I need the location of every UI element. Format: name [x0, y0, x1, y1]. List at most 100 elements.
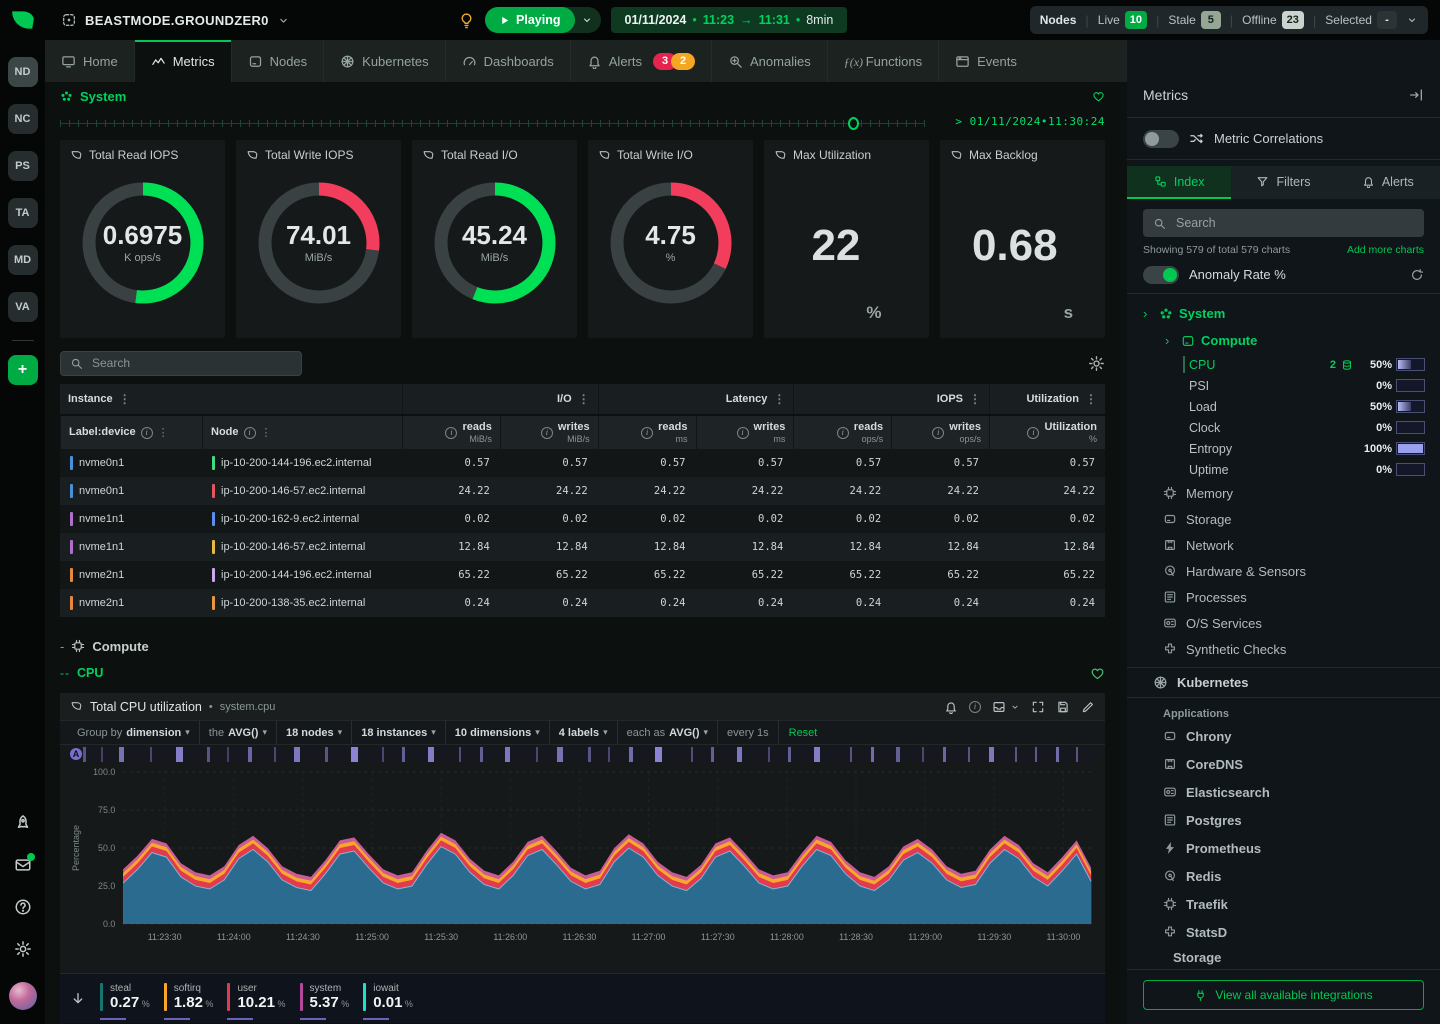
tab-home[interactable]: Home — [45, 40, 134, 82]
nodes-segment-offline[interactable]: Offline23 — [1242, 11, 1304, 29]
sidebar-item-postgres[interactable]: Postgres — [1127, 806, 1440, 834]
column-header-1[interactable]: Nodei⋮ — [202, 416, 402, 449]
tree-leaf-cpu[interactable]: CPU250% — [1127, 354, 1440, 375]
group-header-i-o[interactable]: I/O⋮ — [402, 384, 598, 414]
toolbar-chip-18-instances[interactable]: 18 instances▾ — [352, 721, 446, 744]
tree-item-synthetic-checks[interactable]: Synthetic Checks — [1127, 636, 1440, 662]
reset-link[interactable]: Reset — [789, 727, 818, 739]
column-menu-icon[interactable]: ⋮ — [119, 392, 131, 406]
tree-item-compute[interactable]: ›Compute — [1127, 327, 1440, 354]
column-header-0[interactable]: Label:devicei⋮ — [60, 416, 202, 449]
gauge-card-max-backlog[interactable]: Max Backlog0.68s — [940, 140, 1105, 338]
column-header-3[interactable]: iwritesMiB/s — [500, 416, 598, 449]
table-settings-gear-icon[interactable] — [1088, 355, 1105, 372]
add-more-charts-link[interactable]: Add more charts — [1347, 244, 1424, 256]
space-selector[interactable]: BEASTMODE.GROUNDZER0 — [61, 12, 290, 28]
column-menu-icon[interactable]: ⋮ — [261, 426, 272, 439]
tree-leaf-psi[interactable]: PSI0% — [1127, 375, 1440, 396]
cpu-subsection-header[interactable]: -- CPU — [60, 661, 1105, 685]
add-workspace-button[interactable]: + — [8, 355, 38, 385]
table-search-input[interactable] — [90, 355, 292, 371]
sidebar-item-elasticsearch[interactable]: Elasticsearch — [1127, 778, 1440, 806]
workspace-button-md[interactable]: MD — [8, 245, 38, 275]
table-row[interactable]: nvme1n1ip-10-200-162-9.ec2.internal0.020… — [60, 505, 1105, 533]
sort-dimensions-icon[interactable] — [70, 991, 86, 1007]
sidebar-item-statsd[interactable]: StatsD — [1127, 918, 1440, 946]
workspace-button-nd[interactable]: ND — [8, 57, 38, 87]
sidebar-tab-filters[interactable]: Filters — [1231, 166, 1335, 199]
column-header-7[interactable]: iwritesops/s — [891, 416, 989, 449]
user-avatar[interactable] — [9, 982, 37, 1010]
toolbar-chip-every-1s[interactable]: every 1s — [718, 721, 779, 744]
chart-fullscreen-icon[interactable] — [1031, 700, 1045, 714]
sidebar-item-redis[interactable]: Redis — [1127, 862, 1440, 890]
tab-metrics[interactable]: Metrics — [134, 40, 231, 82]
workspace-button-ps[interactable]: PS — [8, 151, 38, 181]
group-header-instance[interactable]: Instance⋮ — [60, 384, 402, 414]
collapse-sidebar-icon[interactable] — [1408, 87, 1424, 103]
info-icon[interactable]: i — [737, 427, 749, 439]
sidebar-item-chrony[interactable]: Chrony — [1127, 722, 1440, 750]
table-row[interactable]: nvme2n1ip-10-200-144-196.ec2.internal65.… — [60, 561, 1105, 589]
refresh-icon[interactable] — [1410, 268, 1424, 282]
column-header-8[interactable]: iUtilization% — [989, 416, 1105, 449]
column-header-5[interactable]: iwritesms — [696, 416, 794, 449]
compute-section-header[interactable]: - Compute — [60, 633, 1105, 659]
sidebar-item-prometheus[interactable]: Prometheus — [1127, 834, 1440, 862]
sidebar-tab-index[interactable]: Index — [1127, 166, 1231, 199]
tree-leaf-clock[interactable]: Clock0% — [1127, 417, 1440, 438]
legend-item-user[interactable]: user10.21 % — [227, 983, 285, 1015]
scrubber-handle[interactable] — [848, 117, 859, 130]
table-row[interactable]: nvme2n1ip-10-200-138-35.ec2.internal0.24… — [60, 589, 1105, 617]
table-row[interactable]: nvme1n1ip-10-200-146-57.ec2.internal12.8… — [60, 533, 1105, 561]
tree-item-memory[interactable]: Memory — [1127, 480, 1440, 506]
sidebar-item-traefik[interactable]: Traefik — [1127, 890, 1440, 918]
gauge-card-total-read-i-o[interactable]: Total Read I/O45.24MiB/s — [412, 140, 577, 338]
group-header-iops[interactable]: IOPS⋮ — [793, 384, 989, 414]
date-range-picker[interactable]: 01/11/2024 • 11:23 → 11:31 • 8min — [611, 7, 848, 33]
gauge-card-total-read-iops[interactable]: Total Read IOPS0.6975K ops/s — [60, 140, 225, 338]
tab-dashboards[interactable]: Dashboards — [445, 40, 570, 82]
tree-leaf-entropy[interactable]: Entropy100% — [1127, 438, 1440, 459]
metric-correlations-toggle[interactable] — [1143, 130, 1179, 148]
workspace-button-va[interactable]: VA — [8, 292, 38, 322]
gauge-card-total-write-i-o[interactable]: Total Write I/O4.75% — [588, 140, 753, 338]
tree-item-network[interactable]: Network — [1127, 532, 1440, 558]
sidebar-item-coredns[interactable]: CoreDNS — [1127, 750, 1440, 778]
column-menu-icon[interactable]: ⋮ — [1085, 392, 1097, 406]
info-icon[interactable]: i — [837, 427, 849, 439]
chart-save-icon[interactable] — [1056, 700, 1070, 714]
chart-annotate-icon[interactable] — [1081, 700, 1095, 714]
column-header-6[interactable]: ireadsops/s — [793, 416, 891, 449]
tree-item-system[interactable]: ›System — [1127, 300, 1440, 327]
tab-functions[interactable]: ƒ(x)Functions — [827, 40, 938, 82]
chevron-down-icon[interactable] — [1010, 702, 1020, 712]
play-state-button[interactable]: Playing — [485, 7, 574, 33]
sidebar-search-input[interactable] — [1174, 215, 1414, 231]
tree-leaf-uptime[interactable]: Uptime0% — [1127, 459, 1440, 480]
nodes-segment-stale[interactable]: Stale5 — [1168, 11, 1220, 29]
chevron-expand-icon[interactable]: › — [1143, 306, 1153, 321]
group-header-latency[interactable]: Latency⋮ — [598, 384, 794, 414]
info-icon[interactable]: i — [641, 427, 653, 439]
chevron-down-icon[interactable] — [1406, 14, 1418, 26]
column-header-2[interactable]: ireadsMiB/s — [402, 416, 500, 449]
chart-alerts-icon[interactable] — [944, 700, 958, 714]
toolbar-chip-dimension[interactable]: Group bydimension▾ — [68, 721, 200, 744]
news-bulb-icon[interactable] — [458, 12, 475, 29]
nodes-segment-live[interactable]: Live10 — [1098, 11, 1147, 29]
play-options-chevron-icon[interactable] — [581, 14, 593, 26]
tree-item-processes[interactable]: Processes — [1127, 584, 1440, 610]
column-menu-icon[interactable]: ⋮ — [773, 392, 785, 406]
settings-gear-icon[interactable] — [14, 940, 32, 958]
tab-alerts[interactable]: Alerts32 — [570, 40, 711, 82]
help-icon[interactable] — [14, 898, 32, 916]
tree-leaf-load[interactable]: Load50% — [1127, 396, 1440, 417]
tree-item-hardware-sensors[interactable]: Hardware & Sensors — [1127, 558, 1440, 584]
tab-nodes[interactable]: Nodes — [231, 40, 324, 82]
tab-kubernetes[interactable]: Kubernetes — [323, 40, 445, 82]
info-icon[interactable]: i — [932, 427, 944, 439]
favorite-heart-icon[interactable] — [1090, 666, 1105, 681]
chart-info-icon[interactable]: i — [969, 701, 981, 713]
anomaly-rate-toggle[interactable] — [1143, 266, 1179, 284]
